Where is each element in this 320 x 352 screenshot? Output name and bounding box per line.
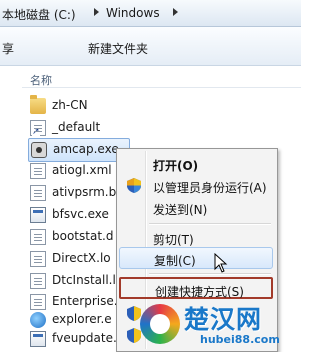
file-name: zh-CN (52, 98, 88, 112)
app-icon (30, 331, 46, 347)
shortcut-icon (30, 120, 46, 137)
file-icon (30, 273, 46, 289)
address-bar[interactable]: 本地磁盘 (C:) Windows (0, 0, 301, 27)
file-row-bfsvc[interactable]: bfsvc.exe (28, 204, 128, 226)
watermark: 楚汉网 hubei88.com (140, 298, 301, 350)
file-name: bootstat.d (52, 229, 114, 243)
breadcrumb-drive[interactable]: 本地磁盘 (C:) (2, 6, 76, 23)
file-name: atiogl.xml (52, 163, 112, 177)
header-divider (22, 87, 301, 88)
file-name: _default (52, 120, 101, 134)
breadcrumb-separator-icon[interactable] (94, 8, 99, 16)
file-name: Enterprise. (52, 294, 118, 308)
file-name: bfsvc.exe (52, 207, 109, 221)
menu-item-label: 剪切(T) (153, 233, 194, 247)
watermark-logo-icon (140, 304, 180, 344)
app-icon (30, 207, 46, 223)
menu-item-create-shortcut[interactable]: 创建快捷方式(S) (119, 277, 273, 299)
uac-shield-icon (127, 178, 141, 193)
menu-item-cut[interactable]: 剪切(T) (119, 227, 273, 249)
new-folder-button[interactable]: 新建文件夹 (88, 40, 148, 57)
menu-item-copy[interactable]: 复制(C) (119, 247, 273, 269)
file-name: DtcInstall.l (52, 273, 116, 287)
file-row-atiogl[interactable]: atiogl.xml (28, 160, 128, 182)
menu-separator (149, 223, 271, 225)
file-icon (30, 185, 46, 201)
uac-shield-icon (127, 328, 141, 343)
xml-file-icon (30, 163, 46, 179)
share-button[interactable]: 享 (2, 40, 14, 57)
menu-item-send-to[interactable]: 发送到(N) (119, 197, 273, 219)
file-row-ativpsrm[interactable]: ativpsrm.b (28, 182, 128, 204)
column-header-name[interactable]: 名称 (30, 72, 52, 88)
menu-item-run-as-admin[interactable]: 以管理员身份运行(A) (119, 175, 273, 197)
mouse-cursor-icon (214, 253, 228, 273)
watermark-url: hubei88.com (200, 333, 280, 346)
file-name: ativpsrm.b (52, 185, 117, 199)
file-icon (30, 251, 46, 267)
file-icon (30, 229, 46, 245)
breadcrumb-folder[interactable]: Windows (106, 6, 160, 20)
file-row-amcap-selected[interactable]: amcap.exe (28, 138, 130, 162)
command-toolbar: 享 新建文件夹 (0, 27, 301, 66)
ie-icon (30, 312, 46, 328)
file-row-default[interactable]: _default (28, 117, 128, 139)
webcam-app-icon (31, 142, 47, 158)
file-name: DirectX.lo (52, 251, 111, 265)
menu-item-label: 以管理员身份运行(A) (153, 181, 267, 195)
watermark-title: 楚汉网 (184, 305, 263, 334)
file-row-dtcinstall[interactable]: DtcInstall.l (28, 270, 128, 292)
file-icon (30, 294, 46, 310)
uac-shield-icon (127, 306, 141, 321)
menu-item-open[interactable]: 打开(O) (119, 153, 273, 175)
menu-item-label: 打开(O) (153, 159, 199, 173)
menu-item-label: 复制(C) (154, 254, 196, 268)
file-name: explorer.e (52, 312, 112, 326)
breadcrumb-separator-icon[interactable] (173, 8, 178, 16)
file-name: amcap.exe (53, 142, 119, 156)
menu-separator (149, 273, 271, 275)
file-row-zh-cn[interactable]: zh-CN (28, 95, 128, 117)
file-row-directx[interactable]: DirectX.lo (28, 248, 128, 270)
file-row-fveupdate[interactable]: fveupdate. (28, 328, 128, 350)
folder-icon (30, 95, 46, 114)
file-row-bootstat[interactable]: bootstat.d (28, 226, 128, 248)
file-name: fveupdate. (52, 331, 117, 345)
menu-item-label: 发送到(N) (153, 203, 208, 217)
